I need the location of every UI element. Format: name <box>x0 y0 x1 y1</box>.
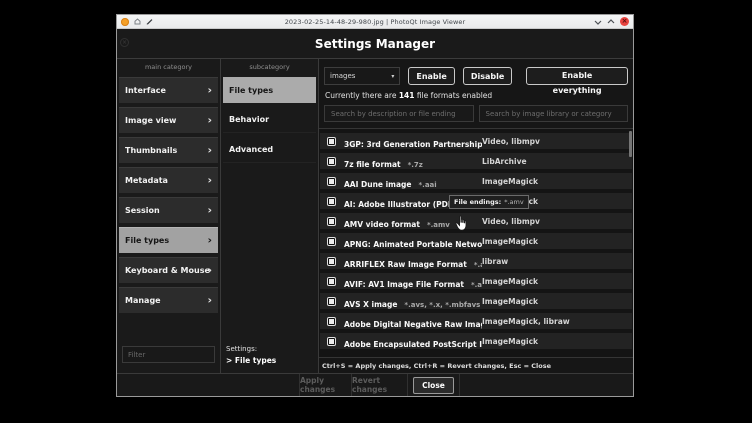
scrollbar-thumb[interactable] <box>629 131 632 157</box>
format-row-aai[interactable]: AAI Dune image*.aai ImageMagick <box>320 173 632 189</box>
close-window-button[interactable]: × <box>620 17 629 26</box>
format-row-3gp[interactable]: 3GP: 3rd Generation Partnership Project*… <box>320 133 632 149</box>
checkbox-checked-icon[interactable] <box>327 197 336 206</box>
main-category-header: main category <box>117 59 220 74</box>
chevron-right-icon: › <box>207 113 212 126</box>
checkbox-checked-icon[interactable] <box>327 237 336 246</box>
format-row-avs[interactable]: AVS X image*.avs, *.x, *.mbfavs ImageMag… <box>320 293 632 309</box>
sidebar-item-manage[interactable]: Manage › <box>119 287 218 313</box>
checkbox-checked-icon[interactable] <box>327 317 336 326</box>
minimize-button[interactable] <box>594 19 602 25</box>
sidebar-item-metadata[interactable]: Metadata › <box>119 167 218 193</box>
subcategory-item-behavior[interactable]: Behavior <box>223 107 316 133</box>
format-list: 3GP: 3rd Generation Partnership Project*… <box>319 128 633 357</box>
photoqt-settings-window: 2023-02-25-14-48-29-980.jpg | PhotoQt Im… <box>116 14 634 397</box>
checkbox-checked-icon[interactable] <box>327 217 336 226</box>
format-row-arriflex[interactable]: ARRIFLEX Raw Image Format*.ari libraw <box>320 253 632 269</box>
chevron-right-icon: › <box>207 233 212 246</box>
home-icon[interactable] <box>134 18 141 25</box>
bottom-bar: Apply changes Revert changes Close <box>117 373 633 396</box>
sidebar-item-file-types[interactable]: File types › <box>119 227 218 253</box>
sidebar-item-keyboard-mouse[interactable]: Keyboard & Mouse › <box>119 257 218 283</box>
checkbox-checked-icon[interactable] <box>327 277 336 286</box>
screen: 2023-02-25-14-48-29-980.jpg | PhotoQt Im… <box>0 0 752 423</box>
window-title: 2023-02-25-14-48-29-980.jpg | PhotoQt Im… <box>117 18 633 26</box>
close-settings-button[interactable]: Close <box>413 377 454 394</box>
subcategory-item-file-types[interactable]: File types <box>223 77 316 103</box>
page-title: Settings Manager <box>117 29 633 59</box>
apply-changes-button[interactable]: Apply changes <box>300 374 352 396</box>
maximize-button[interactable] <box>607 19 615 25</box>
enable-button[interactable]: Enable <box>408 67 454 85</box>
revert-changes-button[interactable]: Revert changes <box>352 374 408 396</box>
settings-breadcrumb: Settings: > File types <box>221 345 318 373</box>
enabled-count: 141 <box>399 91 415 100</box>
main-category-panel: main category Interface › Image view › T… <box>117 59 220 373</box>
checkbox-checked-icon[interactable] <box>327 337 336 346</box>
pencil-icon[interactable] <box>146 18 153 25</box>
enabled-formats-status: Currently there are 141 file formats ena… <box>325 91 628 100</box>
checkbox-checked-icon[interactable] <box>327 157 336 166</box>
checkbox-checked-icon[interactable] <box>327 297 336 306</box>
chevron-right-icon: › <box>207 173 212 186</box>
app-icon <box>121 18 129 26</box>
hand-cursor <box>455 215 468 236</box>
enable-everything-button[interactable]: Enable everything <box>526 67 628 85</box>
format-row-avif[interactable]: AVIF: AV1 Image File Format*.avif, *.avi… <box>320 273 632 289</box>
chevron-right-icon: › <box>207 203 212 216</box>
shortcut-hints: Ctrl+S = Apply changes, Ctrl+R = Revert … <box>319 357 633 373</box>
chevron-down-icon: ▾ <box>391 73 394 80</box>
overlay-close-icon[interactable]: × <box>120 38 129 47</box>
category-filter-input[interactable] <box>122 346 215 363</box>
search-description-input[interactable] <box>324 105 474 122</box>
format-row-adobe-dng[interactable]: Adobe Digital Negative Raw Image Format … <box>320 313 632 329</box>
sidebar-item-image-view[interactable]: Image view › <box>119 107 218 133</box>
sidebar-item-thumbnails[interactable]: Thumbnails › <box>119 137 218 163</box>
search-library-input[interactable] <box>479 105 629 122</box>
checkbox-checked-icon[interactable] <box>327 177 336 186</box>
titlebar[interactable]: 2023-02-25-14-48-29-980.jpg | PhotoQt Im… <box>117 15 633 29</box>
checkbox-checked-icon[interactable] <box>327 257 336 266</box>
chevron-right-icon: › <box>207 143 212 156</box>
format-row-amv[interactable]: AMV video format*.amv Video, libmpv <box>320 213 632 229</box>
subcategory-panel: subcategory File types Behavior Advanced… <box>220 59 318 373</box>
subcategory-item-advanced[interactable]: Advanced <box>223 137 316 163</box>
format-row-apng[interactable]: APNG: Animated Portable Network Graphi..… <box>320 233 632 249</box>
file-endings-tooltip: File endings: *.amv <box>449 195 529 209</box>
chevron-right-icon: › <box>207 293 212 306</box>
chevron-right-icon: › <box>207 83 212 96</box>
disable-button[interactable]: Disable <box>463 67 512 85</box>
format-row-7z[interactable]: 7z file format*.7z LibArchive <box>320 153 632 169</box>
checkbox-checked-icon[interactable] <box>327 137 336 146</box>
format-row-adobe-eps[interactable]: Adobe Encapsulated PostScript Interchang… <box>320 333 632 349</box>
sidebar-item-interface[interactable]: Interface › <box>119 77 218 103</box>
chevron-right-icon: › <box>207 263 212 276</box>
sidebar-item-session[interactable]: Session › <box>119 197 218 223</box>
format-category-dropdown[interactable]: images ▾ <box>324 67 400 85</box>
file-types-content: images ▾ Enable Disable Enable everythin… <box>318 59 633 373</box>
subcategory-header: subcategory <box>221 59 318 74</box>
